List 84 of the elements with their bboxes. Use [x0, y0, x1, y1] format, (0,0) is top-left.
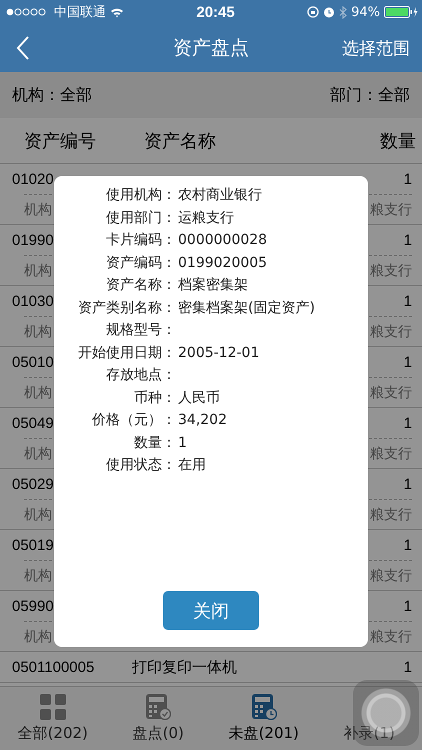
org-label: 机构	[24, 384, 52, 402]
field-label: 卡片编码：	[105, 231, 176, 250]
quantity: 1	[402, 414, 412, 432]
dept-label: 粮支行	[370, 200, 412, 218]
rotation-lock-icon	[307, 6, 320, 18]
field-value: 34,202	[177, 412, 227, 428]
asset-code: 05029	[12, 476, 54, 492]
field-label: 开始使用日期：	[77, 344, 176, 362]
field-label: 价格（元）：	[91, 411, 176, 430]
close-button[interactable]: 关闭	[163, 591, 259, 630]
field-label: 存放地点：	[105, 366, 176, 384]
field-label: 使用机构：	[105, 186, 176, 204]
select-range-button[interactable]: 选择范围	[342, 36, 410, 60]
field-label: 数量：	[133, 434, 176, 452]
dept-label: 粮支行	[370, 322, 412, 340]
field-label: 资产名称：	[105, 276, 176, 294]
asset-row[interactable]: 0501100005 打印复印一体机 1	[0, 652, 422, 683]
asset-code: 05019	[12, 536, 54, 554]
field-label: 使用部门：	[105, 208, 176, 227]
page-title: 资产盘点	[172, 36, 250, 61]
tab[interactable]: 盘点(0)	[106, 687, 211, 750]
column-header: 数量	[379, 130, 416, 152]
field-value: 2005-12-01	[177, 344, 260, 361]
org-label: 机构	[24, 200, 52, 218]
back-button[interactable]	[16, 35, 30, 61]
field-value: 运粮支行	[177, 208, 234, 227]
field-value: 农村商业银行	[177, 186, 262, 204]
org-filter[interactable]: 机构：全部	[12, 84, 92, 106]
org-label: 机构	[24, 444, 52, 462]
column-header: 资产名称	[144, 130, 217, 152]
asset-code: 01990	[12, 232, 54, 248]
asset-code: 05049	[12, 414, 54, 432]
quantity: 1	[402, 170, 412, 188]
field-value: 0199020005	[177, 254, 268, 271]
asset-name: 打印复印一体机	[132, 658, 238, 676]
asset-code: 05010	[12, 354, 54, 370]
column-header: 资产编号	[23, 130, 97, 152]
tab[interactable]: 未盘(201)	[211, 687, 316, 750]
quantity: 1	[402, 598, 412, 614]
battery-percent: 94%	[351, 4, 380, 20]
org-label: 机构	[24, 566, 52, 584]
asset-code: 01030	[12, 292, 54, 310]
bluetooth-icon	[339, 6, 348, 18]
field-label: 资产编码：	[105, 254, 176, 272]
field-label: 币种：	[133, 388, 176, 407]
org-label: 机构	[24, 506, 52, 524]
field-value: 人民币	[177, 388, 220, 407]
quantity: 1	[402, 658, 412, 676]
calculator-check-icon	[145, 694, 172, 720]
dept-label: 粮支行	[370, 628, 412, 646]
clock-time: 20:45	[196, 4, 235, 20]
field-value: 0000000028	[177, 232, 268, 248]
dept-label: 粮支行	[370, 262, 412, 280]
dept-filter[interactable]: 部门：全部	[330, 84, 410, 106]
asset-code: 05990	[12, 598, 54, 614]
tab[interactable]: 全部(202)	[0, 687, 106, 750]
field-value: 密集档案架(固定资产)	[177, 298, 315, 317]
quantity: 1	[402, 354, 412, 370]
dept-label: 粮支行	[370, 444, 412, 462]
field-label: 规格型号：	[105, 321, 176, 340]
carrier-name: 中国联通	[54, 4, 106, 21]
dept-label: 粮支行	[370, 566, 412, 584]
quantity: 1	[402, 476, 412, 492]
quantity: 1	[402, 292, 412, 310]
battery-charging-icon	[384, 6, 418, 18]
field-value: 1	[177, 434, 187, 451]
back-chevron-icon	[16, 35, 30, 61]
org-label: 机构	[24, 322, 52, 340]
wifi-icon	[110, 6, 124, 18]
quantity: 1	[402, 232, 412, 248]
dept-label: 粮支行	[370, 506, 412, 524]
quantity: 1	[402, 536, 412, 554]
field-value: 在用	[177, 456, 206, 474]
field-label: 使用状态：	[105, 456, 176, 474]
asset-code: 01020	[12, 170, 54, 188]
org-label: 机构	[24, 628, 52, 646]
dept-label: 粮支行	[370, 384, 412, 402]
calculator-clock-icon	[250, 694, 277, 720]
field-label: 资产类别名称：	[77, 298, 176, 317]
field-value: 档案密集架	[177, 276, 248, 294]
org-label: 机构	[24, 262, 52, 280]
grid-icon	[40, 694, 66, 720]
alarm-clock-icon	[323, 6, 336, 18]
asset-code: 0501100005	[12, 658, 94, 676]
